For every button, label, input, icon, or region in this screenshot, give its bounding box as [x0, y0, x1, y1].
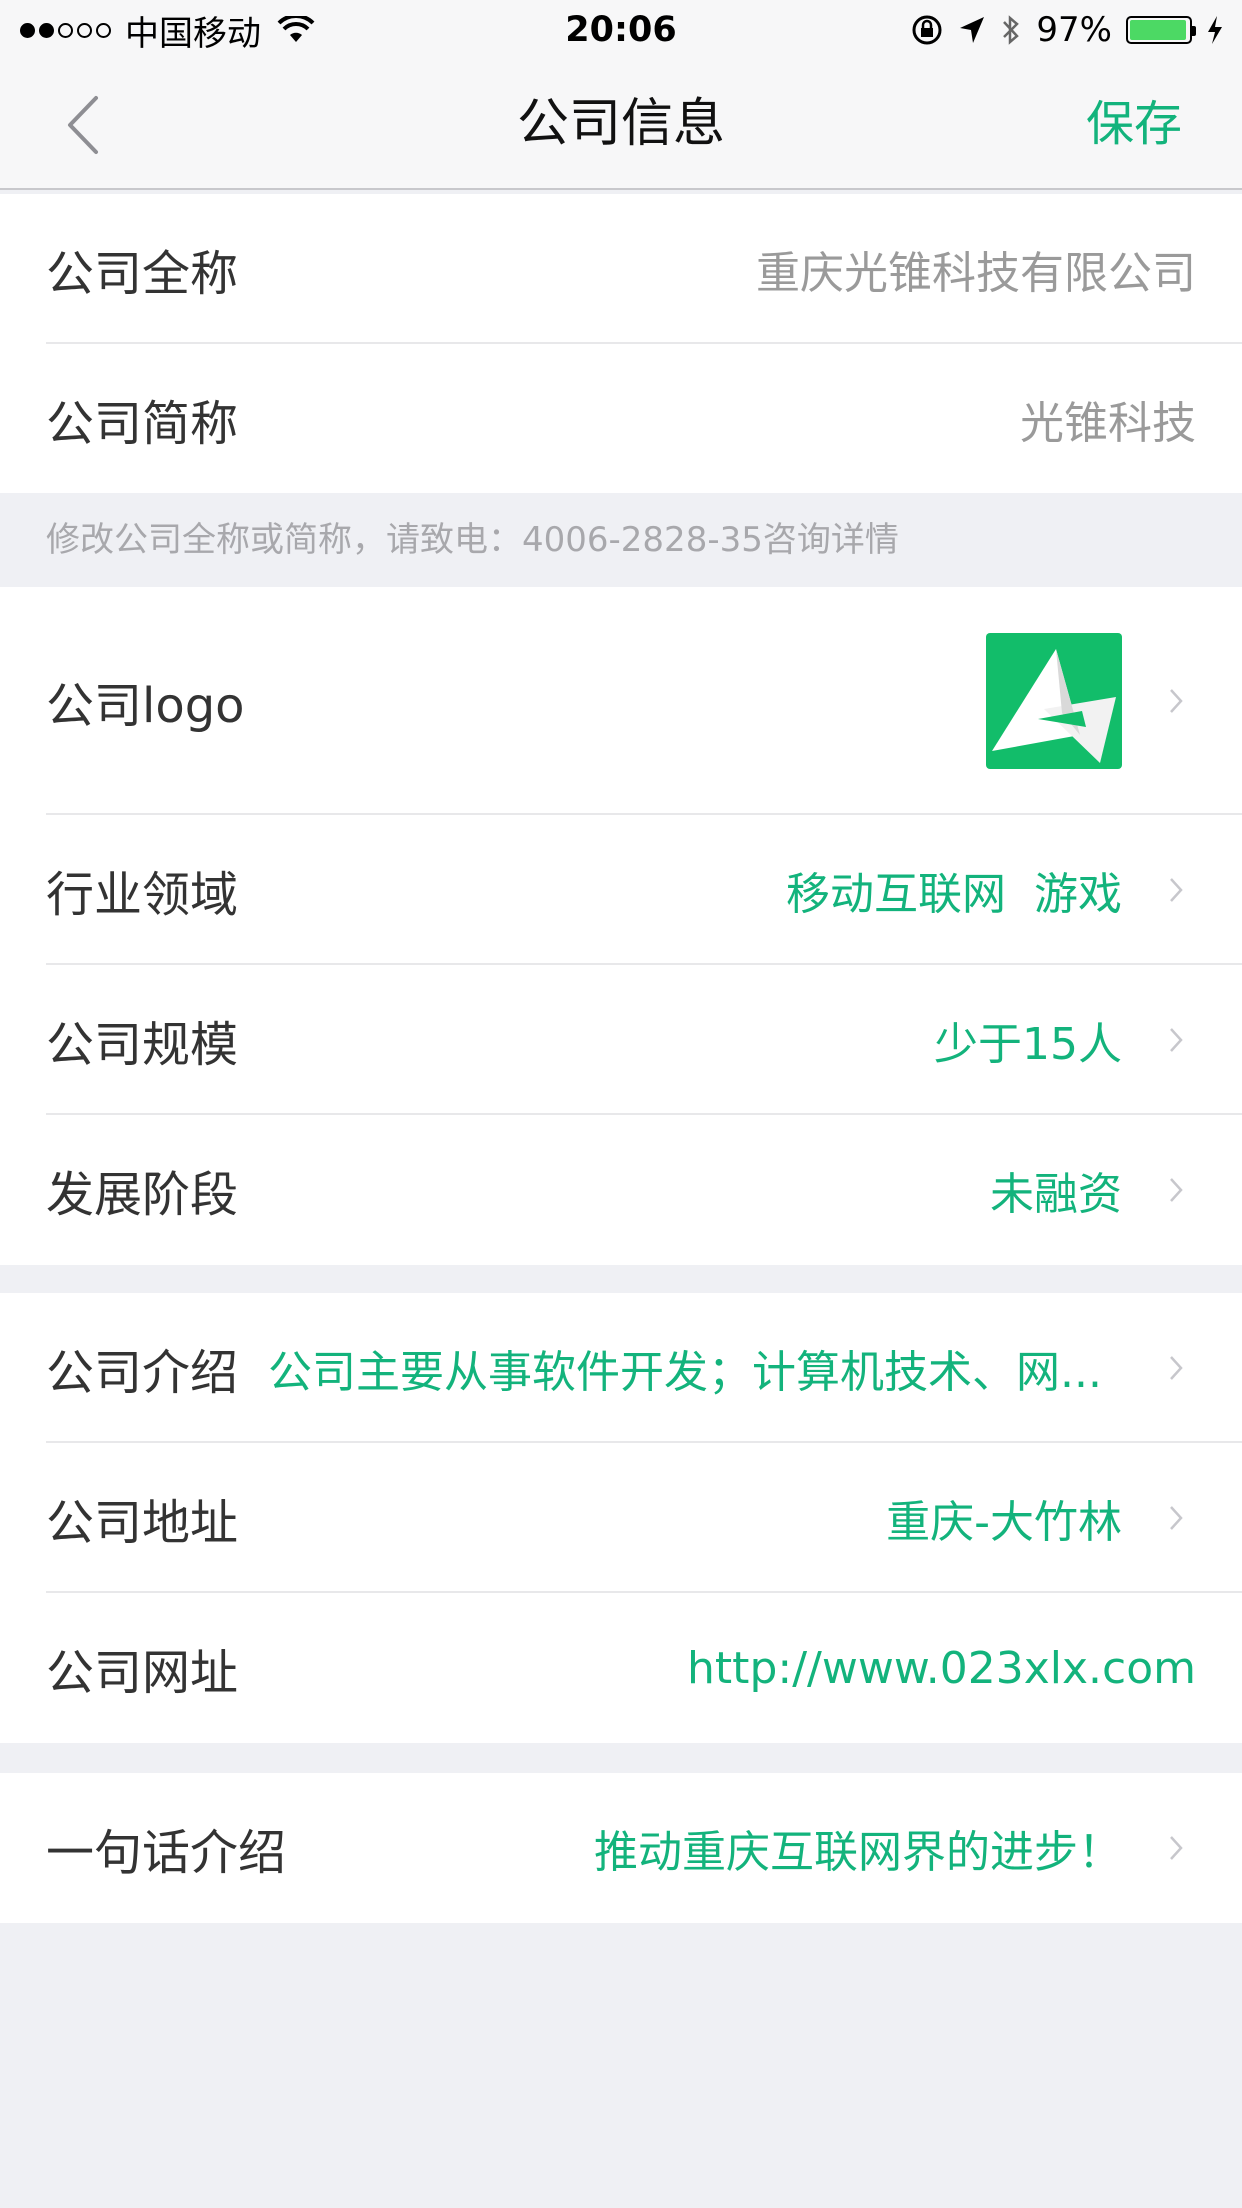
chevron-right-icon: [1170, 1836, 1183, 1860]
page-title: 公司信息: [516, 94, 725, 154]
carrier-name: 中国移动: [125, 13, 261, 54]
full-name-value: 重庆光锥科技有限公司: [756, 248, 1196, 299]
full-name-row: 公司全称 重庆光锥科技有限公司: [0, 194, 1242, 344]
status-left: 中国移动: [20, 8, 315, 54]
navigation-bar: 公司信息 保存: [0, 60, 1242, 190]
industry-label: 行业领域: [46, 867, 239, 923]
battery-percentage: 97%: [1036, 10, 1112, 50]
chevron-right-icon: [1170, 1028, 1183, 1052]
status-right: 97%: [896, 8, 1224, 52]
save-button[interactable]: 保存: [1086, 60, 1182, 188]
short-name-value: 光锥科技: [1020, 397, 1196, 449]
development-stage-label: 发展阶段: [46, 1167, 239, 1223]
development-stage-row[interactable]: 发展阶段 未融资: [0, 1115, 1242, 1265]
company-details-section: 公司介绍 公司主要从事软件开发；计算机技术、网... 公司地址 重庆-大竹林 公…: [0, 1293, 1242, 1743]
introduction-row[interactable]: 公司介绍 公司主要从事软件开发；计算机技术、网...: [0, 1293, 1242, 1443]
website-value[interactable]: http://www.023xlx.com: [687, 1593, 1196, 1743]
wifi-icon: [277, 16, 315, 42]
slogan-value: 推动重庆互联网界的进步！: [594, 1827, 1122, 1878]
company-size-label: 公司规模: [46, 1017, 239, 1073]
address-value: 重庆-大竹林: [886, 1497, 1122, 1548]
orientation-lock-icon: [912, 15, 942, 45]
company-logo-mark-icon: [992, 649, 1116, 763]
chevron-right-icon: [1170, 1178, 1183, 1202]
slogan-section: 一句话介绍 推动重庆互联网界的进步！: [0, 1773, 1242, 1923]
bluetooth-icon: [1003, 15, 1020, 45]
address-row[interactable]: 公司地址 重庆-大竹林: [0, 1443, 1242, 1593]
short-name-label: 公司简称: [46, 395, 239, 452]
introduction-label: 公司介绍: [46, 1345, 239, 1401]
company-name-section: 公司全称 重庆光锥科技有限公司 公司简称 光锥科技: [0, 194, 1242, 493]
charging-bolt-icon: [1208, 16, 1222, 44]
website-label: 公司网址: [46, 1645, 239, 1701]
company-logo: [986, 633, 1122, 769]
address-label: 公司地址: [46, 1495, 239, 1551]
chevron-right-icon: [1170, 878, 1183, 902]
hint-bar: 修改公司全称或简称，请致电：4006-2828-35咨询详情: [0, 493, 1242, 587]
signal-strength-icon: [20, 22, 115, 38]
location-arrow-icon: [960, 17, 985, 43]
back-chevron-icon[interactable]: [62, 92, 122, 158]
contact-hint-text: 修改公司全称或简称，请致电：4006-2828-35咨询详情: [46, 520, 899, 560]
chevron-right-icon: [1170, 1356, 1183, 1380]
industry-value: 移动互联网 游戏: [786, 869, 1122, 920]
chevron-right-icon: [1170, 1506, 1183, 1530]
chevron-right-icon: [1170, 689, 1183, 713]
slogan-row[interactable]: 一句话介绍 推动重庆互联网界的进步！: [0, 1773, 1242, 1923]
development-stage-value: 未融资: [990, 1169, 1122, 1220]
logo-row[interactable]: 公司logo: [0, 587, 1242, 815]
status-bar: 中国移动 20:06 97%: [0, 0, 1242, 60]
industry-row[interactable]: 行业领域 移动互联网 游戏: [0, 815, 1242, 965]
short-name-row: 公司简称 光锥科技: [0, 344, 1242, 493]
company-size-row[interactable]: 公司规模 少于15人: [0, 965, 1242, 1115]
company-size-value: 少于15人: [934, 1019, 1122, 1070]
introduction-value: 公司主要从事软件开发；计算机技术、网...: [268, 1347, 1102, 1398]
company-profile-section: 公司logo 行业领域 移动互联网 游戏 公司规模 少于15人 发展阶段 未融资: [0, 587, 1242, 1265]
battery-icon: [1126, 16, 1196, 44]
slogan-label: 一句话介绍: [46, 1825, 287, 1881]
website-row[interactable]: 公司网址 http://www.023xlx.com: [0, 1593, 1242, 1743]
logo-label: 公司logo: [46, 678, 245, 734]
full-name-label: 公司全称: [46, 246, 239, 302]
battery-level: [1130, 20, 1187, 40]
